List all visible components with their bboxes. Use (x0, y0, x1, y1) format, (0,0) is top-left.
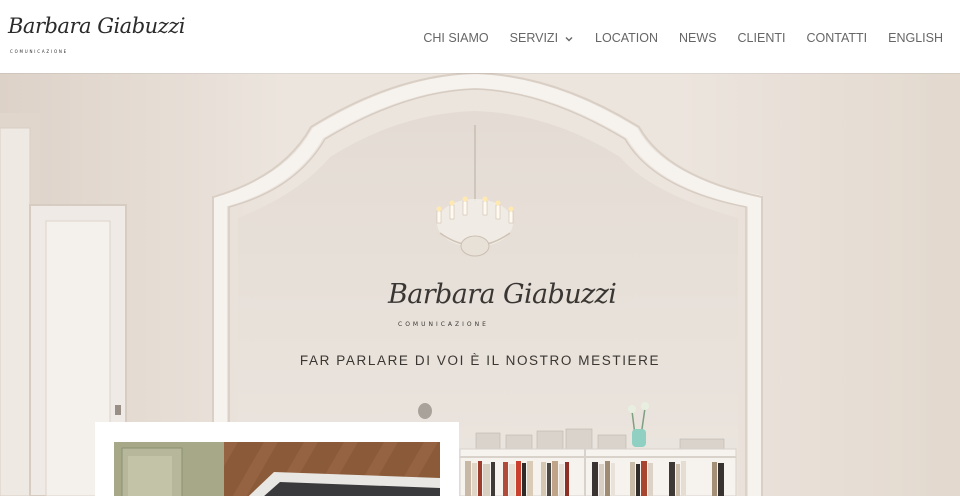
nav-item-news[interactable]: NEWS (679, 31, 717, 45)
main-nav: CHI SIAMO SERVIZI LOCATION NEWS CLIENTI … (402, 31, 943, 45)
nav-label: CHI SIAMO (423, 31, 489, 45)
nav-item-chi-siamo[interactable]: CHI SIAMO (423, 31, 488, 45)
nav-item-location[interactable]: LOCATION (595, 31, 658, 45)
nav-label: ENGLISH (888, 31, 943, 45)
nav-label: CONTATTI (806, 31, 868, 45)
hero-tagline: FAR PARLARE DI VOI È IL NOSTRO MESTIERE (299, 353, 661, 368)
site-header: Barbara Giabuzzi COMUNICAZIONE CHI SIAMO… (0, 0, 960, 73)
logo-script: Barbara Giabuzzi (8, 14, 186, 38)
nav-label: NEWS (679, 31, 717, 45)
logo-subtitle: COMUNICAZIONE (10, 49, 69, 54)
hero-logo-subtitle: COMUNICAZIONE (398, 321, 489, 328)
hero-section: Barbara Giabuzzi COMUNICAZIONE FAR PARLA… (0, 73, 960, 496)
nav-item-clienti[interactable]: CLIENTI (738, 31, 786, 45)
nav-label: CLIENTI (737, 31, 786, 45)
nav-label: LOCATION (595, 31, 659, 45)
hero-logo: Barbara Giabuzzi COMUNICAZIONE (388, 279, 617, 337)
site-logo[interactable]: Barbara Giabuzzi COMUNICAZIONE (8, 14, 186, 62)
nav-label: SERVIZI (509, 31, 559, 45)
chevron-down-icon (564, 33, 574, 43)
nav-item-english[interactable]: ENGLISH (888, 31, 943, 45)
photo-image (114, 442, 440, 496)
photo-image-art (114, 442, 440, 496)
hero-logo-script: Barbara Giabuzzi (388, 279, 617, 310)
photo-card (95, 422, 459, 496)
nav-item-contatti[interactable]: CONTATTI (806, 31, 867, 45)
nav-item-servizi[interactable]: SERVIZI (510, 31, 574, 45)
